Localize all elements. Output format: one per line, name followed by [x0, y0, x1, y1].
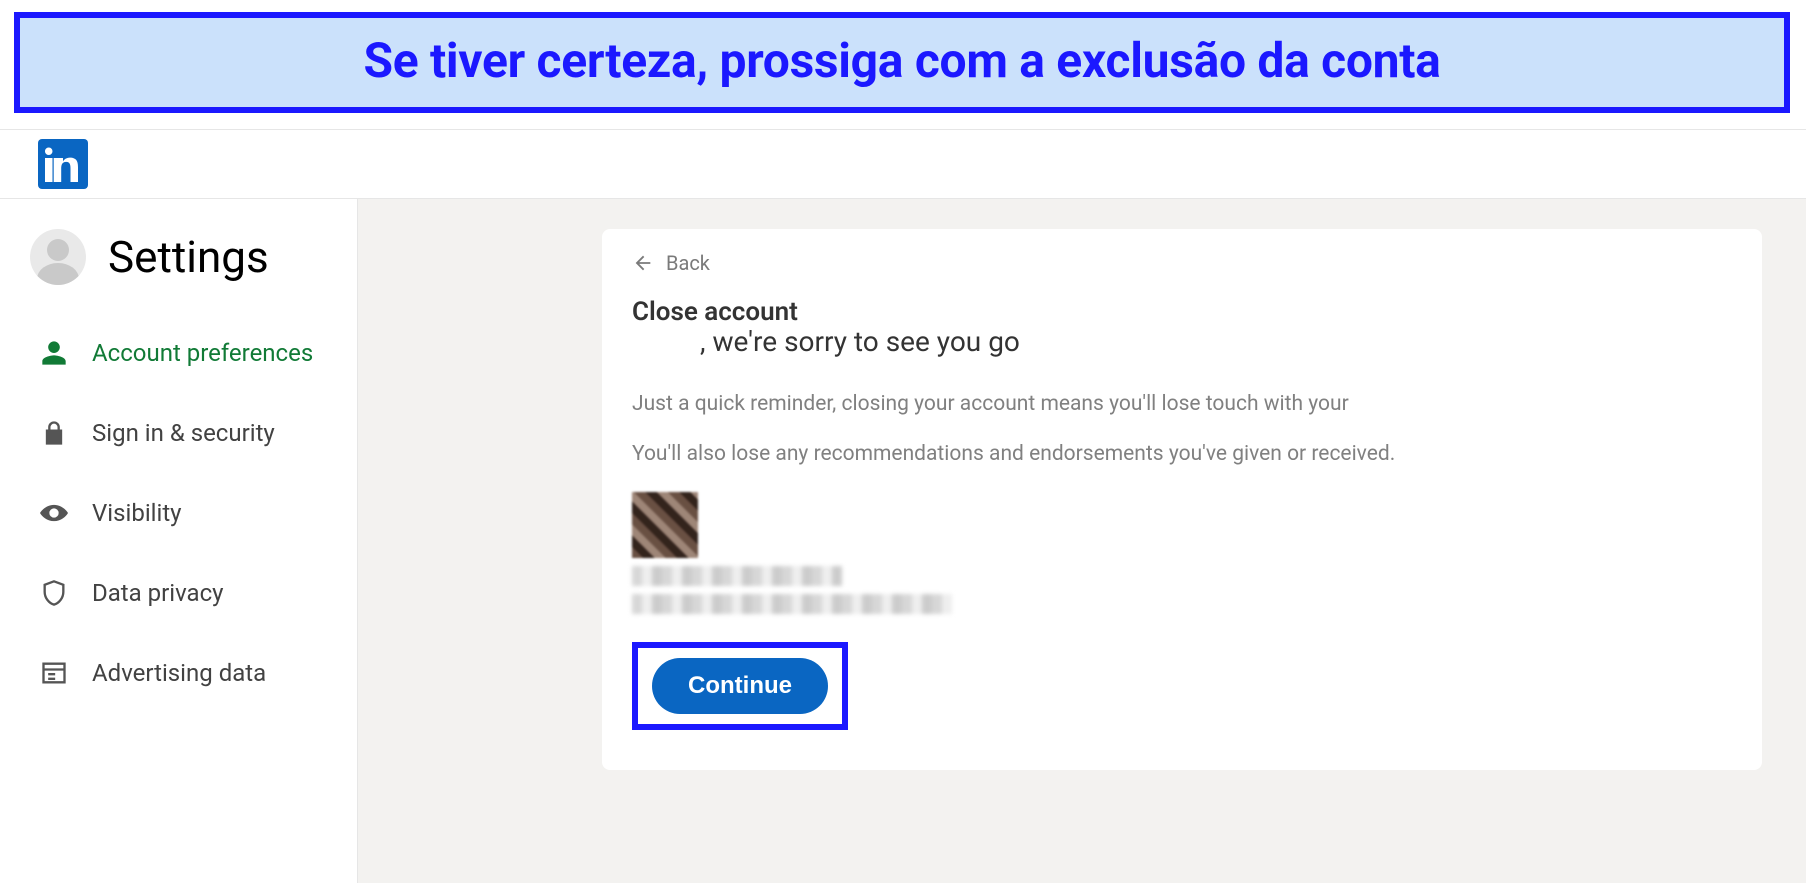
reminder-text-1: Just a quick reminder, closing your acco… [632, 392, 1732, 416]
arrow-left-icon [632, 252, 654, 274]
linkedin-icon [45, 146, 81, 182]
profile-preview [632, 492, 1732, 614]
sidebar-item-sign-in-security[interactable]: Sign in & security [0, 393, 357, 473]
avatar-placeholder-icon [30, 229, 86, 285]
linkedin-logo[interactable] [38, 139, 88, 189]
top-bar [0, 129, 1806, 199]
person-icon [40, 339, 68, 367]
main-content: Back Close account , we're sorry to see … [358, 199, 1806, 883]
page-title: Settings [108, 231, 269, 283]
sidebar-item-label: Data privacy [92, 579, 224, 607]
sidebar-item-label: Sign in & security [92, 419, 275, 447]
shield-icon [40, 579, 68, 607]
sidebar-item-label: Advertising data [92, 659, 266, 687]
sidebar-item-data-privacy[interactable]: Data privacy [0, 553, 357, 633]
lock-icon [40, 419, 68, 447]
settings-header: Settings [0, 229, 357, 313]
close-account-card: Back Close account , we're sorry to see … [602, 229, 1762, 770]
back-button[interactable]: Back [632, 251, 1732, 275]
newspaper-icon [40, 659, 68, 687]
eye-icon [40, 499, 68, 527]
reminder-text-2: You'll also lose any recommendations and… [632, 442, 1732, 466]
card-title: Close account [632, 297, 1732, 327]
page-layout: Settings Account preferences Sign in & s… [0, 199, 1806, 883]
redacted-name-line [632, 566, 842, 586]
sidebar-item-label: Visibility [92, 499, 182, 527]
sidebar-item-account-preferences[interactable]: Account preferences [0, 313, 357, 393]
instruction-banner: Se tiver certeza, prossiga com a exclusã… [14, 12, 1790, 113]
sidebar-item-label: Account preferences [92, 339, 313, 367]
sidebar-item-visibility[interactable]: Visibility [0, 473, 357, 553]
redacted-headline-line [632, 594, 952, 614]
back-label: Back [666, 251, 710, 275]
instruction-text: Se tiver certeza, prossiga com a exclusã… [363, 32, 1440, 89]
card-subtitle: , we're sorry to see you go [700, 325, 1732, 358]
profile-photo-pixelated [632, 492, 698, 558]
sidebar: Settings Account preferences Sign in & s… [0, 199, 358, 883]
continue-button[interactable]: Continue [652, 658, 828, 714]
continue-highlight-box: Continue [632, 642, 848, 730]
sidebar-item-advertising-data[interactable]: Advertising data [0, 633, 357, 713]
